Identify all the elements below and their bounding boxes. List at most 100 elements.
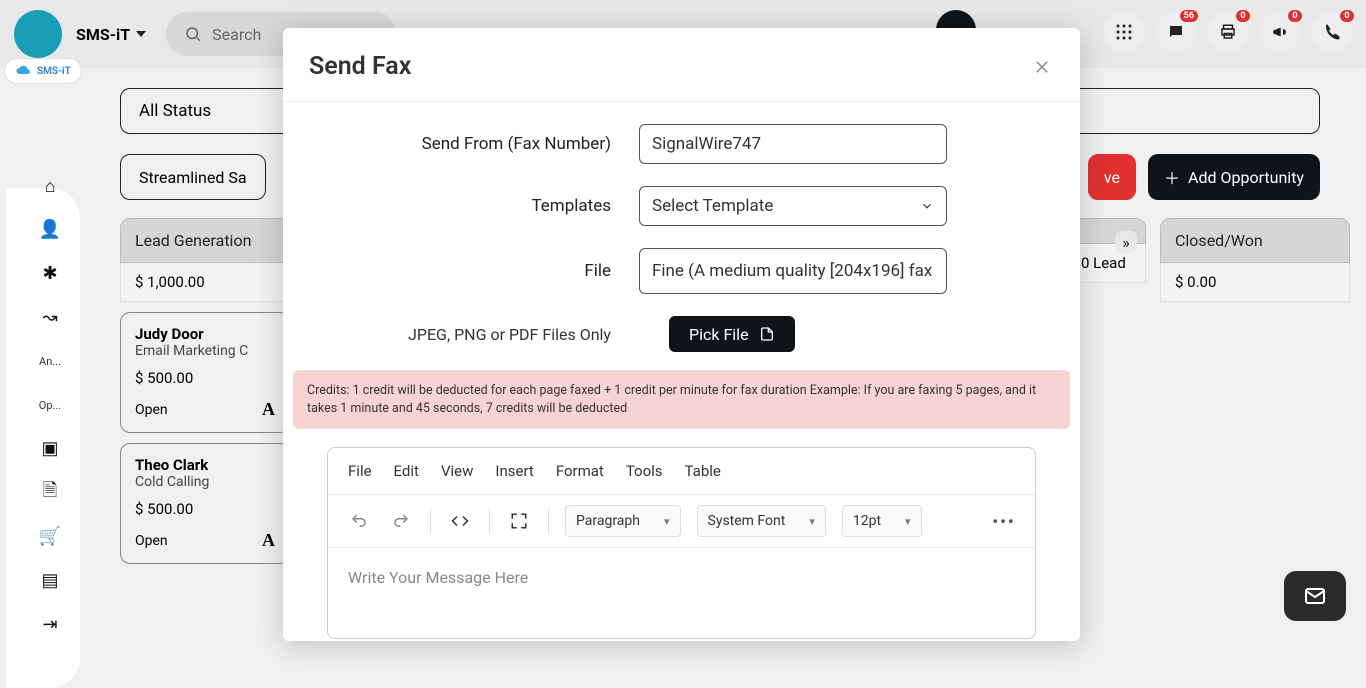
menu-format[interactable]: Format bbox=[556, 462, 604, 480]
rail-label: Op... bbox=[39, 399, 61, 412]
logo-text: SMS-iT bbox=[37, 66, 71, 77]
calendar-icon: ▣ bbox=[41, 438, 58, 459]
print-badge: 0 bbox=[1236, 10, 1250, 22]
card-name: Judy Door bbox=[135, 325, 275, 343]
rail-label: An... bbox=[39, 355, 61, 368]
code-icon bbox=[451, 512, 469, 530]
editor-placeholder: Write Your Message Here bbox=[348, 568, 528, 587]
news-icon: ▤ bbox=[41, 570, 58, 591]
editor-body[interactable]: Write Your Message Here bbox=[328, 548, 1035, 638]
archive-button[interactable]: ve bbox=[1088, 154, 1136, 200]
menu-edit[interactable]: Edit bbox=[394, 462, 419, 480]
code-button[interactable] bbox=[447, 508, 473, 534]
network-icon: ✱ bbox=[42, 263, 57, 284]
more-icon: ••• bbox=[992, 512, 1015, 531]
template-placeholder: Select Template bbox=[652, 196, 773, 216]
card-amount: $ 500.00 bbox=[135, 369, 275, 387]
print-button[interactable]: 0 bbox=[1208, 12, 1248, 52]
templates-label: Templates bbox=[309, 196, 639, 216]
font-size-select[interactable]: 12pt ▾ bbox=[842, 505, 922, 537]
brand-switcher[interactable]: SMS-iT bbox=[76, 25, 146, 44]
menu-view[interactable]: View bbox=[441, 462, 473, 480]
apps-button[interactable] bbox=[1104, 12, 1144, 52]
rail-network[interactable]: ✱ bbox=[20, 255, 80, 291]
column-header[interactable]: Closed/Won bbox=[1160, 218, 1350, 263]
credits-warning: Credits: 1 credit will be deducted for e… bbox=[293, 370, 1070, 429]
phone-badge: 0 bbox=[1340, 10, 1354, 22]
search-placeholder: Search bbox=[212, 25, 261, 44]
card-source: Cold Calling bbox=[135, 474, 275, 490]
from-label: Send From (Fax Number) bbox=[309, 134, 639, 154]
redo-button[interactable] bbox=[388, 508, 414, 534]
menu-insert[interactable]: Insert bbox=[495, 462, 533, 480]
rail-opportunities[interactable]: Op... bbox=[20, 386, 80, 422]
text-icon: A bbox=[262, 399, 275, 420]
chevron-down-icon: ▾ bbox=[809, 515, 815, 528]
card-name: Theo Clark bbox=[135, 456, 275, 474]
file-types-hint: JPEG, PNG or PDF Files Only bbox=[309, 325, 639, 344]
rail-flow[interactable]: ↝ bbox=[20, 299, 80, 335]
undo-icon bbox=[350, 512, 368, 530]
rich-text-editor: File Edit View Insert Format Tools Table… bbox=[327, 447, 1036, 639]
announce-badge: 0 bbox=[1288, 10, 1302, 22]
opportunity-card[interactable]: Theo Clark Cold Calling $ 500.00 OpenA bbox=[120, 443, 290, 564]
rail-home[interactable]: ⌂ bbox=[20, 167, 80, 203]
rail-cart[interactable]: 🛒 bbox=[20, 518, 80, 554]
column-header[interactable]: Lead Generation bbox=[120, 218, 290, 263]
cloud-icon bbox=[15, 65, 33, 77]
block-format-select[interactable]: Paragraph▾ bbox=[565, 505, 681, 537]
fax-from-input[interactable] bbox=[639, 124, 947, 164]
chevron-down-icon: ▾ bbox=[905, 515, 911, 528]
brand-name: SMS-iT bbox=[76, 25, 130, 44]
chat-icon bbox=[1167, 23, 1185, 41]
more-button[interactable]: ••• bbox=[991, 508, 1017, 534]
editor-toolbar: Paragraph▾ System Font▾ 12pt ▾ ••• bbox=[328, 495, 1035, 548]
text-icon: A bbox=[262, 530, 275, 551]
pick-file-button[interactable]: Pick File bbox=[669, 316, 795, 352]
support-chat-button[interactable] bbox=[1284, 571, 1346, 621]
rail-user[interactable]: 👤 bbox=[20, 211, 80, 247]
announce-button[interactable]: 0 bbox=[1260, 12, 1300, 52]
opportunity-card[interactable]: Judy Door Email Marketing C $ 500.00 Ope… bbox=[120, 312, 290, 433]
add-opp-label: Add Opportunity bbox=[1188, 168, 1304, 187]
menu-table[interactable]: Table bbox=[685, 462, 721, 480]
close-button[interactable] bbox=[1030, 55, 1054, 79]
chat-button[interactable]: 56 bbox=[1156, 12, 1196, 52]
column-title: Lead Generation bbox=[135, 231, 251, 250]
pipeline-label: Streamlined Sa bbox=[139, 168, 247, 187]
size-value: 12pt bbox=[853, 513, 881, 529]
card-status: Open bbox=[135, 533, 168, 549]
modal-title: Send Fax bbox=[309, 52, 411, 81]
rail-collapse[interactable]: ⇥ bbox=[20, 605, 80, 641]
rail-news[interactable]: ▤ bbox=[20, 561, 80, 597]
chevron-right-icon[interactable]: » bbox=[1115, 231, 1137, 253]
add-opportunity-button[interactable]: ＋ Add Opportunity bbox=[1148, 154, 1320, 200]
file-quality-input[interactable] bbox=[639, 248, 947, 294]
rail-analytics[interactable]: An... bbox=[20, 342, 80, 378]
logo-pill[interactable]: SMS-iT bbox=[4, 58, 82, 84]
plus-icon: ＋ bbox=[1164, 165, 1180, 189]
redo-icon bbox=[392, 512, 410, 530]
column-subtotal: $ 0.00 bbox=[1160, 263, 1350, 302]
avatar[interactable] bbox=[14, 10, 62, 58]
menu-file[interactable]: File bbox=[348, 462, 372, 480]
menu-tools[interactable]: Tools bbox=[626, 462, 663, 480]
apps-grid-icon bbox=[1115, 23, 1133, 41]
document-icon: 🗎 bbox=[43, 478, 57, 508]
card-status: Open bbox=[135, 402, 168, 418]
phone-button[interactable]: 0 bbox=[1312, 12, 1352, 52]
fullscreen-button[interactable] bbox=[506, 508, 532, 534]
font-family-select[interactable]: System Font▾ bbox=[697, 505, 826, 537]
rail-doc[interactable]: 🗎 bbox=[20, 474, 80, 510]
chevron-down-icon: ▾ bbox=[664, 515, 670, 528]
collapse-icon: ⇥ bbox=[42, 614, 57, 635]
template-select[interactable]: Select Template bbox=[639, 186, 947, 226]
undo-button[interactable] bbox=[346, 508, 372, 534]
send-fax-modal: Send Fax Send From (Fax Number) Template… bbox=[283, 28, 1080, 641]
pick-file-label: Pick File bbox=[689, 325, 749, 344]
pipeline-select[interactable]: Streamlined Sa bbox=[120, 154, 266, 200]
status-label: All Status bbox=[139, 101, 211, 121]
rail-calendar[interactable]: ▣ bbox=[20, 430, 80, 466]
file-label: File bbox=[309, 261, 639, 281]
search-icon bbox=[184, 25, 202, 43]
